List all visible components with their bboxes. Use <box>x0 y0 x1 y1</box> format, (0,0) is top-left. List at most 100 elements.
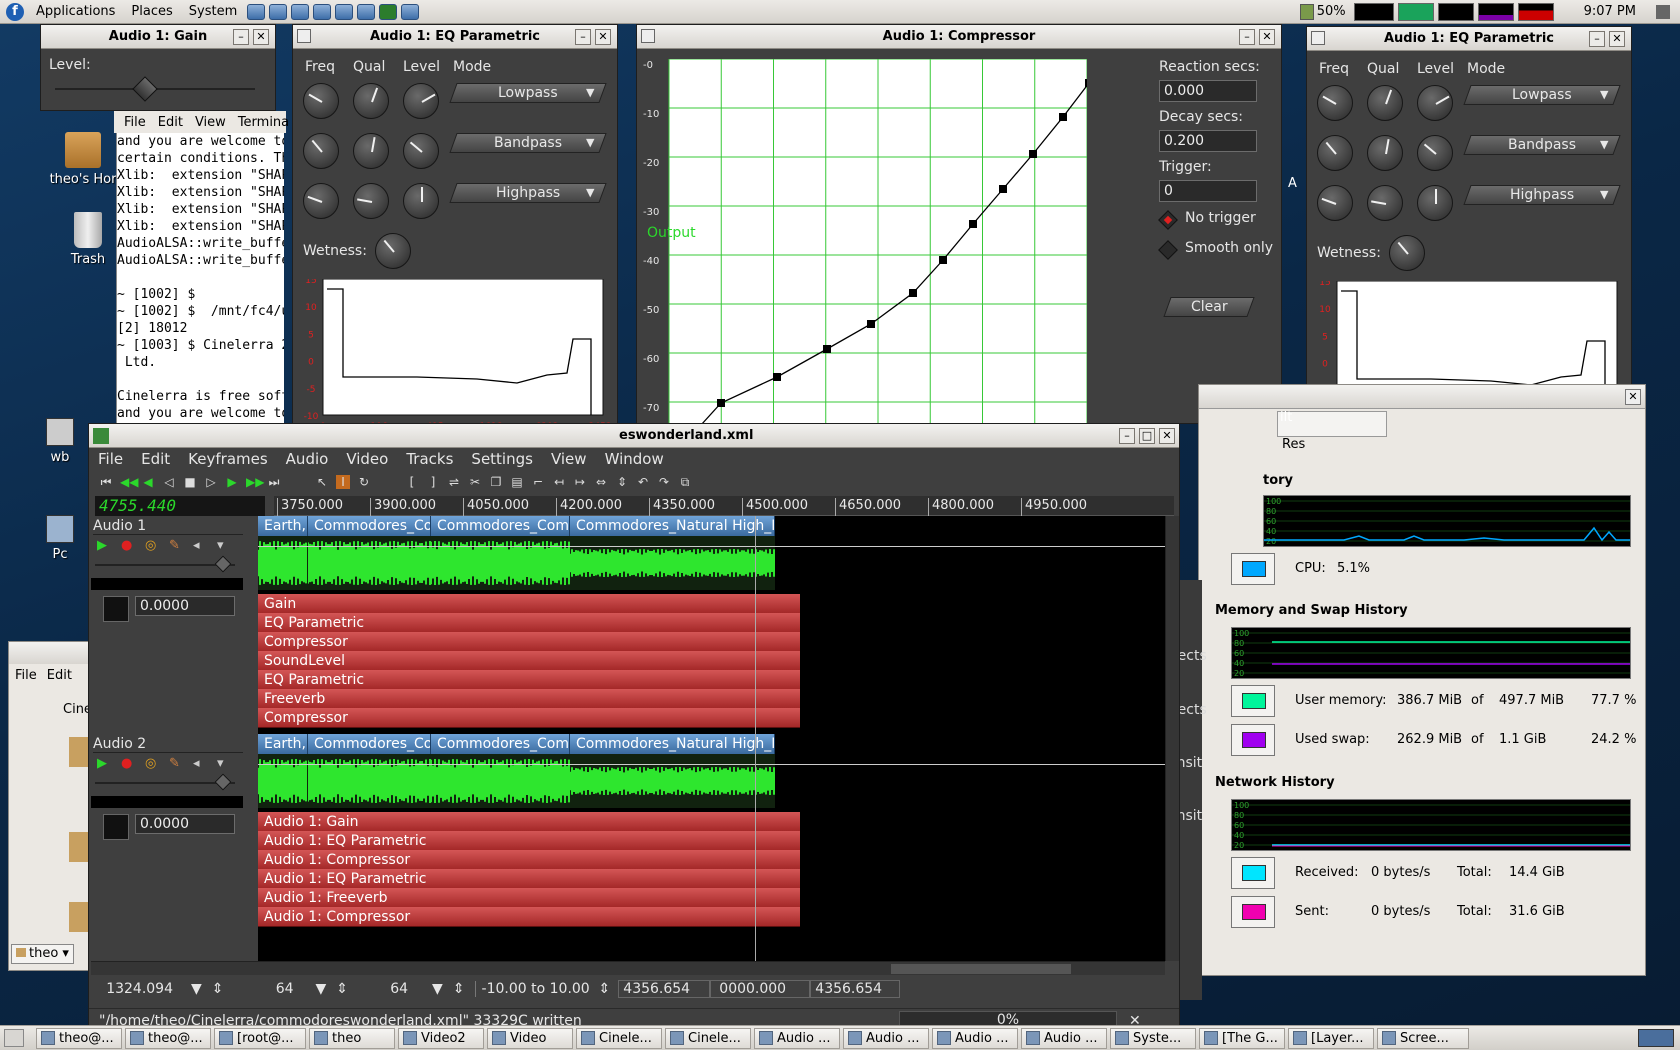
main-menu-audio[interactable]: Audio <box>277 450 338 468</box>
minimize-button[interactable]: – <box>233 29 249 45</box>
split-icon[interactable]: ⧉ <box>678 475 692 489</box>
fast-reverse-icon[interactable]: ◀◀ <box>120 475 138 489</box>
curve-point[interactable] <box>999 185 1007 193</box>
swap-color-button[interactable] <box>1231 724 1275 756</box>
file-launcher-icon[interactable] <box>269 3 288 20</box>
system-monitor-titlebar[interactable]: ✕ <box>1199 385 1645 409</box>
fedora-logo-icon[interactable]: f <box>6 2 24 21</box>
play-icon[interactable]: ▶ <box>225 475 239 489</box>
curve-point[interactable] <box>1085 79 1087 87</box>
terminal-terminal-menu[interactable]: Termina <box>232 115 295 130</box>
amp-zoom-dropdown-icon[interactable]: ▼ <box>316 981 327 997</box>
plugin-bar[interactable]: Compressor <box>258 708 800 728</box>
taskbar-button[interactable]: Cinele... <box>665 1027 751 1049</box>
level-knob-2[interactable] <box>403 133 439 169</box>
timeline-ruler[interactable]: 3750.000 3900.000 4050.000 4200.000 4350.000… <box>274 496 1174 516</box>
freq-knob-2[interactable] <box>303 133 339 169</box>
qual-knob-3[interactable] <box>353 183 389 219</box>
main-menu-tracks[interactable]: Tracks <box>397 450 462 468</box>
expand-icon[interactable]: ◂ <box>193 538 200 553</box>
eq-titlebar[interactable]: Audio 1: EQ Parametric – ✕ <box>1307 27 1631 51</box>
close-button[interactable]: ✕ <box>1259 29 1275 45</box>
trigger-input[interactable]: 0 <box>1159 180 1257 202</box>
main-menu-view[interactable]: View <box>542 450 596 468</box>
horizontal-scrollbar[interactable] <box>91 961 1165 975</box>
plugin-bar[interactable]: Audio 1: Gain <box>258 812 800 832</box>
draw-icon[interactable]: ✎ <box>169 538 180 553</box>
mode-lowpass-dropdown[interactable]: Lowpass ▼ <box>449 83 607 103</box>
wetness-knob[interactable] <box>1389 235 1425 271</box>
gang-icon[interactable]: ◎ <box>145 756 156 771</box>
curve-point[interactable] <box>867 320 875 328</box>
reaction-input[interactable]: 0.000 <box>1159 80 1257 102</box>
close-button[interactable]: ✕ <box>595 29 611 45</box>
gang-icon[interactable]: ◎ <box>145 538 156 553</box>
mode-bandpass-dropdown[interactable]: Bandpass ▼ <box>449 133 607 153</box>
prev-label-icon[interactable]: ↤ <box>552 475 566 489</box>
fader-thumb[interactable] <box>214 555 232 573</box>
mem-meter[interactable] <box>1397 2 1434 21</box>
track-zoom-tumbler-icon[interactable]: ⇕ <box>453 981 465 997</box>
system-menu[interactable]: System <box>181 4 245 19</box>
level-knob-1[interactable] <box>1417 85 1453 121</box>
rewind-to-start-icon[interactable]: ⏮ <box>99 475 113 489</box>
main-menu-video[interactable]: Video <box>337 450 397 468</box>
plugin-bar[interactable]: Audio 1: Compressor <box>258 907 800 927</box>
freq-knob-1[interactable] <box>303 83 339 119</box>
decay-input[interactable]: 0.200 <box>1159 130 1257 152</box>
curve-point[interactable] <box>773 373 781 381</box>
places-menu[interactable]: Places <box>123 4 180 19</box>
plugin-bar[interactable]: Audio 1: Freeverb <box>258 888 800 908</box>
show-desktop-icon[interactable] <box>4 1029 24 1047</box>
main-menu-keyframes[interactable]: Keyframes <box>179 450 277 468</box>
freq-knob-3[interactable] <box>303 183 339 219</box>
taskbar-button[interactable]: Audio ... <box>843 1027 929 1049</box>
curve-point[interactable] <box>717 399 725 407</box>
monitor-launcher-icon[interactable] <box>379 3 398 20</box>
close-button[interactable]: ✕ <box>1609 31 1625 47</box>
window-menu-icon[interactable] <box>297 29 311 43</box>
vertical-scrollbar[interactable] <box>1165 516 1179 961</box>
mode-highpass-dropdown[interactable]: Highpass ▼ <box>1463 185 1621 205</box>
level-slider-thumb[interactable] <box>132 76 158 102</box>
home-folder-icon[interactable]: theo's Hor <box>38 132 128 187</box>
qual-knob-2[interactable] <box>1367 135 1403 171</box>
next-label-icon[interactable]: ↦ <box>573 475 587 489</box>
workspace-switcher[interactable] <box>1638 1029 1674 1047</box>
level-knob-3[interactable] <box>403 183 439 219</box>
curve-point[interactable] <box>823 345 831 353</box>
received-color-button[interactable] <box>1231 857 1275 889</box>
browser-launcher-icon[interactable] <box>357 3 376 20</box>
plugin-bar[interactable]: SoundLevel <box>258 651 800 671</box>
curve-point[interactable] <box>1059 113 1067 121</box>
desktop-item-wb[interactable]: wb <box>30 418 90 465</box>
gain-titlebar[interactable]: Audio 1: Gain – ✕ <box>41 25 275 49</box>
terminal-output[interactable]: and you are welcome to certain condition… <box>116 133 284 453</box>
audio-waveform[interactable] <box>308 536 431 590</box>
taskbar-button[interactable]: theo <box>309 1027 395 1049</box>
cpu-meter[interactable] <box>1353 2 1394 21</box>
playhead-cursor[interactable] <box>755 516 756 961</box>
close-button[interactable]: ✕ <box>1159 428 1175 444</box>
taskbar-button[interactable]: [The G... <box>1199 1027 1285 1049</box>
window-menu-icon[interactable] <box>641 29 655 43</box>
eq-response-graph[interactable]: 151050-5-1001064151618630224539 <box>297 279 613 445</box>
window-menu-icon[interactable] <box>1311 31 1325 45</box>
editor-launcher-icon[interactable] <box>313 3 332 20</box>
mail-launcher-icon[interactable] <box>291 3 310 20</box>
pan-value[interactable]: 0.0000 <box>135 814 235 834</box>
compressor-titlebar[interactable]: Audio 1: Compressor – ✕ <box>637 25 1281 49</box>
out-point-icon[interactable]: ] <box>426 475 440 489</box>
terminal-launcher-icon[interactable] <box>247 3 266 20</box>
terminal-edit-menu[interactable]: Edit <box>152 115 189 130</box>
location-dropdown[interactable]: theo ▾ <box>11 944 74 964</box>
freq-knob-3[interactable] <box>1317 185 1353 221</box>
fast-forward-icon[interactable]: ▶▶ <box>246 475 264 489</box>
edit-title[interactable]: Earth, <box>258 516 308 536</box>
qual-knob-1[interactable] <box>1367 85 1403 121</box>
main-menu-settings[interactable]: Settings <box>462 450 542 468</box>
pan-icon[interactable] <box>103 596 129 622</box>
main-menu-edit[interactable]: Edit <box>132 450 179 468</box>
edit-title[interactable]: Commodores_Comi <box>431 516 570 536</box>
edit-title[interactable]: Earth, <box>258 734 308 754</box>
